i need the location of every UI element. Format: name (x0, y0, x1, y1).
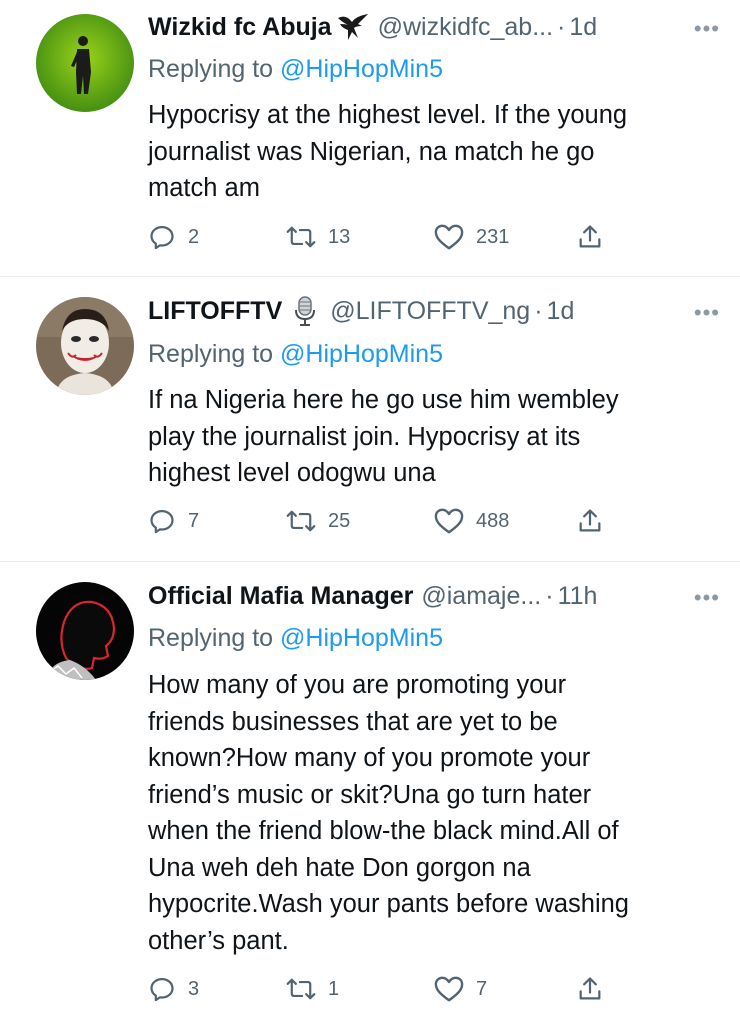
reply-button[interactable]: 7 (148, 506, 199, 536)
display-name[interactable]: Official Mafia Manager (148, 579, 413, 613)
like-count: 231 (476, 225, 510, 248)
retweet-count: 1 (328, 977, 340, 1000)
reply-button[interactable]: 2 (148, 222, 199, 252)
reply-count: 7 (188, 509, 200, 532)
tweet-text-line: friend’s music or skit?Una go turn hater (148, 780, 592, 809)
like-button[interactable]: 231 (434, 222, 509, 252)
microphone-icon (292, 295, 318, 327)
retweet-button[interactable]: 13 (286, 222, 350, 252)
retweet-count: 25 (328, 509, 351, 532)
user-handle[interactable]: @LIFTOFFTV_ng (330, 294, 530, 328)
replying-to: Replying to @HipHopMin5 (148, 52, 443, 86)
timestamp[interactable]: 1d (547, 294, 575, 328)
replying-to-link[interactable]: @HipHopMin5 (280, 55, 443, 83)
tweet-1[interactable]: Wizkid fc Abuja @wizkidfc_ab... · 1d •••… (0, 0, 740, 276)
tweet-text-line: known?How many of you promote your (148, 744, 591, 772)
tweet-text-line: hypocrite.Wash your pants before washing (148, 890, 629, 918)
retweet-button[interactable]: 1 (286, 974, 339, 1004)
heart-icon (434, 223, 464, 251)
like-count: 488 (476, 509, 510, 532)
replying-to-link[interactable]: @HipHopMin5 (280, 340, 443, 368)
reply-icon (148, 223, 176, 251)
reply-count: 3 (188, 977, 200, 1000)
share-icon (576, 223, 604, 251)
like-button[interactable]: 7 (434, 974, 487, 1004)
retweet-icon (286, 223, 316, 251)
separator-dot: · (545, 582, 554, 610)
heart-icon (434, 507, 464, 535)
tweet-text: If na Nigeria here he go use him wembley… (148, 382, 718, 492)
eagle-icon (336, 12, 370, 42)
reply-count: 2 (188, 225, 200, 248)
replying-to-label: Replying to (148, 55, 274, 83)
retweet-button[interactable]: 25 (286, 506, 350, 536)
separator-dot: · (534, 297, 543, 325)
share-icon (576, 975, 604, 1003)
tweet-text-line: Una weh deh hate Don gorgon na (148, 853, 531, 882)
reply-button[interactable]: 3 (148, 974, 199, 1004)
avatar[interactable] (36, 14, 134, 112)
retweet-icon (286, 975, 316, 1003)
retweet-count: 13 (328, 225, 351, 248)
replying-to-link[interactable]: @HipHopMin5 (280, 624, 443, 652)
more-options-icon[interactable]: ••• (694, 585, 720, 611)
tweet-text-line: match am (148, 174, 260, 202)
replying-to-label: Replying to (148, 624, 274, 652)
reply-icon (148, 507, 176, 535)
like-button[interactable]: 488 (434, 506, 509, 536)
tweet-text: How many of you are promoting your frien… (148, 667, 718, 959)
tweet-actions: 7 25 488 (148, 506, 618, 536)
tweet-text-line: Hypocrisy at the highest level. If the y… (148, 101, 628, 129)
tweet-2[interactable]: LIFTOFFTV @LIFTOFFTV_ng · 1d ••• Replyin… (0, 277, 740, 561)
tweet-text-line: other’s pant. (148, 926, 289, 955)
timestamp[interactable]: 11h (558, 579, 598, 613)
tweet-3[interactable]: Official Mafia Manager @iamaje... · 11h … (0, 562, 740, 1024)
heart-icon (434, 975, 464, 1003)
user-handle[interactable]: @wizkidfc_ab... (378, 10, 553, 44)
replying-to-label: Replying to (148, 340, 274, 368)
share-button[interactable] (576, 222, 604, 252)
share-button[interactable] (576, 974, 604, 1004)
user-handle[interactable]: @iamaje... (421, 579, 541, 613)
tweet-text-line: highest level odogwu una (148, 459, 436, 487)
separator-dot: · (557, 13, 566, 41)
tweet-actions: 2 13 231 (148, 222, 618, 252)
avatar[interactable] (36, 582, 134, 680)
tweet-text-line: If na Nigeria here he go use him wembley (148, 386, 619, 414)
share-button[interactable] (576, 506, 604, 536)
display-name[interactable]: LIFTOFFTV (148, 294, 282, 328)
like-count: 7 (476, 977, 488, 1000)
more-options-icon[interactable]: ••• (694, 16, 720, 42)
display-name[interactable]: Wizkid fc Abuja (148, 10, 332, 44)
tweet-text-line: when the friend blow-the black mind.All … (148, 817, 619, 845)
tweet-text-line: journalist was Nigerian, na match he go (148, 137, 595, 166)
reply-icon (148, 975, 176, 1003)
retweet-icon (286, 507, 316, 535)
timestamp[interactable]: 1d (569, 10, 597, 44)
replying-to: Replying to @HipHopMin5 (148, 621, 443, 655)
tweet-text: Hypocrisy at the highest level. If the y… (148, 97, 718, 207)
tweet-actions: 3 1 7 (148, 974, 618, 1004)
share-icon (576, 507, 604, 535)
tweet-text-line: friends businesses that are yet to be (148, 707, 558, 736)
replying-to: Replying to @HipHopMin5 (148, 337, 443, 371)
avatar[interactable] (36, 297, 134, 395)
more-options-icon[interactable]: ••• (694, 300, 720, 326)
tweet-text-line: play the journalist join. Hypocrisy at i… (148, 422, 581, 451)
tweet-text-line: How many of you are promoting your (148, 671, 567, 699)
